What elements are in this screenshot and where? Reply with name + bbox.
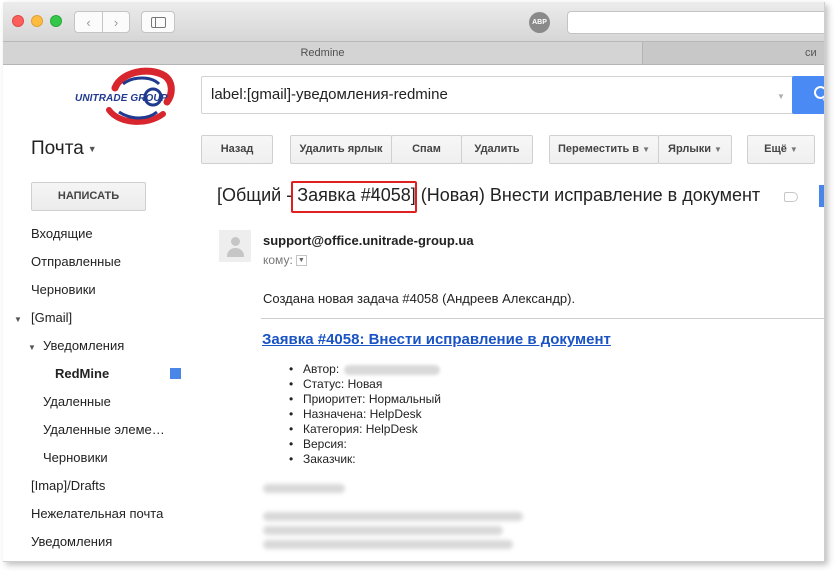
sidebar-item-imap-drafts[interactable]: [Imap]/Drafts [31, 478, 105, 493]
browser-window: ‹ › ABP Redmine си UNITRADE GROUP label:… [3, 2, 825, 562]
mail-menu-label: Почта [31, 138, 84, 159]
forward-icon[interactable]: › [102, 12, 129, 32]
subject-highlight-box [291, 181, 417, 213]
more-button[interactable]: Ещё ▼ [747, 135, 815, 164]
labels-button[interactable]: Ярлыки ▼ [658, 135, 732, 164]
message-intro: Создана новая задача #4058 (Андреев Алек… [263, 291, 576, 306]
search-input[interactable]: label:[gmail]-уведомления-redmine [201, 76, 794, 114]
redacted-text [263, 484, 345, 493]
chevron-down-icon: ▼ [714, 145, 722, 154]
recipient-row: кому: ▼ [263, 253, 307, 267]
history-nav: ‹ › [74, 11, 130, 33]
adblock-icon[interactable]: ABP [529, 12, 550, 33]
search-options-chevron-icon[interactable]: ▼ [777, 92, 785, 101]
back-button[interactable]: Назад [201, 135, 273, 164]
more-label: Ещё [764, 143, 787, 155]
spam-button[interactable]: Спам [391, 135, 462, 164]
expand-notifications-icon[interactable]: ▼ [28, 343, 36, 352]
zoom-window-button[interactable] [50, 15, 62, 27]
delete-button[interactable]: Удалить [461, 135, 533, 164]
address-bar[interactable] [567, 11, 824, 34]
person-icon [231, 237, 240, 246]
redacted-author [344, 364, 441, 375]
move-to-label: Переместить в [558, 143, 640, 155]
divider [261, 318, 824, 319]
list-item: Автор: [289, 362, 441, 377]
labels-label: Ярлыки [668, 143, 712, 155]
text-cursor-icon: Ι [371, 184, 375, 200]
sidebar-item-inbox[interactable]: Входящие [31, 226, 93, 241]
list-item: Версия: [289, 437, 441, 452]
logo-text: UNITRADE GROUP [75, 93, 168, 104]
tab-redmine[interactable]: Redmine [3, 42, 642, 64]
label-color-square[interactable] [170, 368, 181, 379]
issue-link[interactable]: Заявка #4058: Внести исправление в докум… [262, 331, 611, 348]
label-tag-icon[interactable] [784, 192, 798, 202]
company-logo[interactable]: UNITRADE GROUP [65, 64, 177, 130]
sidebar-item-drafts[interactable]: Черновики [31, 282, 96, 297]
label-indicator [819, 185, 824, 207]
sender-email[interactable]: support@office.unitrade-group.ua [263, 233, 474, 248]
sidebar-item-redmine[interactable]: RedMine [55, 366, 109, 381]
back-icon[interactable]: ‹ [75, 12, 102, 32]
sidebar-icon [150, 16, 166, 28]
expand-gmail-icon[interactable]: ▼ [14, 315, 22, 324]
compose-button[interactable]: НАПИСАТЬ [31, 182, 146, 211]
mail-menu[interactable]: Почта ▼ [31, 138, 97, 160]
search-icon [814, 86, 824, 99]
sidebar-toggle-button[interactable] [141, 11, 175, 33]
to-label: кому: [263, 253, 293, 267]
subject-rest: (Новая) Внести исправление в документ [415, 185, 761, 205]
list-item: Приоритет: Нормальный [289, 392, 441, 407]
tab-bar: Redmine си [3, 42, 824, 65]
sidebar-item-drafts-sub[interactable]: Черновики [43, 450, 108, 465]
sender-avatar [219, 230, 251, 262]
list-item: Категория: HelpDesk [289, 422, 441, 437]
search-button[interactable] [792, 76, 824, 114]
browser-titlebar: ‹ › ABP [3, 2, 824, 42]
sidebar-item-gmail[interactable]: [Gmail] [31, 310, 72, 325]
chevron-down-icon: ▼ [87, 143, 97, 154]
minimize-window-button[interactable] [31, 15, 43, 27]
move-to-button[interactable]: Переместить в ▼ [549, 135, 659, 164]
list-item: Назначена: HelpDesk [289, 407, 441, 422]
chevron-down-icon: ▼ [789, 145, 798, 154]
list-item: Статус: Новая [289, 377, 441, 392]
redacted-text [263, 526, 503, 535]
tab-other[interactable]: си [642, 42, 824, 64]
redacted-text [263, 512, 523, 521]
list-item: Заказчик: [289, 452, 441, 467]
subject-prefix: [Общий - [217, 185, 298, 205]
sidebar-item-junk[interactable]: Нежелательная почта [31, 506, 163, 521]
remove-label-button[interactable]: Удалить ярлык [290, 135, 392, 164]
redacted-text [263, 540, 513, 549]
sidebar-item-deleted-items[interactable]: Удаленные элеме… [43, 422, 165, 437]
sidebar-item-sent[interactable]: Отправленные [31, 254, 121, 269]
sidebar-item-notifications-2[interactable]: Уведомления [31, 534, 112, 549]
sidebar-item-notifications[interactable]: Уведомления [43, 338, 124, 353]
show-details-chevron-icon[interactable]: ▼ [295, 255, 307, 267]
close-window-button[interactable] [12, 15, 24, 27]
chevron-down-icon: ▼ [642, 145, 650, 154]
issue-fields: Автор: Статус: Новая Приоритет: Нормальн… [289, 362, 441, 467]
sidebar-item-deleted[interactable]: Удаленные [43, 394, 111, 409]
